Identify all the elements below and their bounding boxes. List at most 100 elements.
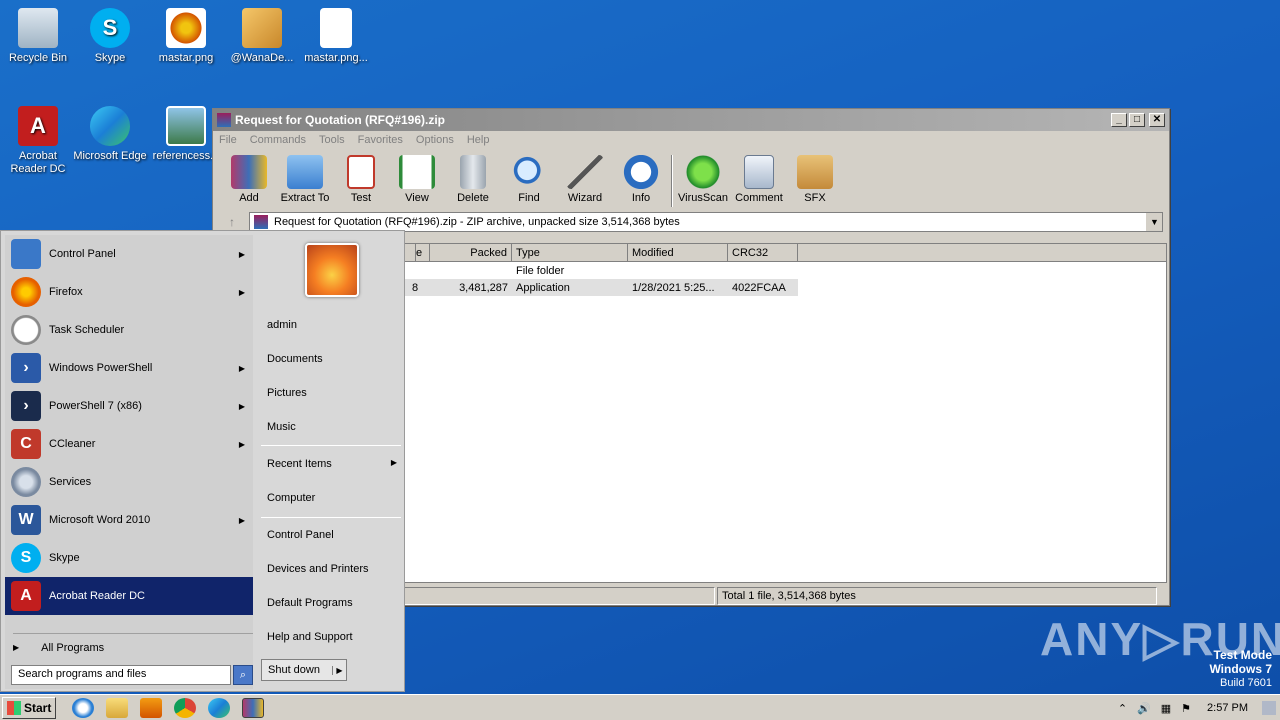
start-link-default-programs[interactable]: Default Programs [267, 597, 353, 609]
trash-icon [460, 155, 486, 189]
virus-icon [685, 155, 721, 189]
start-item-powershell-7[interactable]: › PowerShell 7 (x86) ▶ [5, 387, 253, 425]
menu-options[interactable]: Options [416, 134, 454, 146]
menu-tools[interactable]: Tools [319, 134, 345, 146]
column-modified[interactable]: Modified [628, 244, 728, 262]
desktop-icon-edge[interactable]: Microsoft Edge [72, 106, 148, 163]
desktop-icon-recycle-bin[interactable]: Recycle Bin [0, 8, 76, 65]
media-player-icon[interactable] [140, 697, 162, 718]
start-item-skype[interactable]: S Skype [5, 539, 253, 577]
start-link-control-panel[interactable]: Control Panel [267, 529, 334, 541]
start-item-control-panel[interactable]: Control Panel ▶ [5, 235, 253, 273]
acrobat-icon: A [18, 106, 58, 146]
toolbar: Add Extract To Test View Delete Find Wiz… [213, 149, 1169, 211]
skype-icon: S [11, 543, 41, 573]
shutdown-button[interactable]: Shut down ▶ [261, 659, 347, 681]
magnifier-icon [511, 155, 547, 189]
start-link-recent-items[interactable]: Recent Items ▶ [267, 458, 397, 470]
maximize-button[interactable]: □ [1129, 113, 1145, 127]
desktop-icon-label: Recycle Bin [8, 52, 68, 64]
flag-icon[interactable]: ⚑ [1181, 702, 1191, 715]
chevron-down-icon[interactable]: ▼ [1146, 213, 1162, 231]
start-item-acrobat[interactable]: A Acrobat Reader DC [5, 577, 253, 615]
all-programs[interactable]: ▶ All Programs [13, 633, 253, 657]
network-icon[interactable]: ▦ [1161, 702, 1171, 715]
blank-file-icon [320, 8, 352, 48]
start-button[interactable]: Start [2, 696, 56, 719]
start-link-documents[interactable]: Documents [267, 353, 323, 365]
winrar-taskbar-icon[interactable] [242, 697, 264, 718]
delete-button[interactable]: Delete [445, 155, 501, 204]
ie-icon[interactable] [72, 697, 94, 718]
start-link-music[interactable]: Music [267, 421, 296, 433]
desktop-icon-acrobat[interactable]: A Acrobat Reader DC [0, 106, 76, 176]
chevron-up-icon[interactable]: ⌃ [1118, 702, 1127, 715]
start-link-devices-printers[interactable]: Devices and Printers [267, 563, 369, 575]
volume-icon[interactable]: 🔊 [1137, 702, 1151, 715]
start-link-computer[interactable]: Computer [267, 492, 315, 504]
close-button[interactable]: ✕ [1149, 113, 1165, 127]
menu-help[interactable]: Help [467, 134, 490, 146]
desktop-icon-label: Skype [94, 52, 126, 64]
taskbar: Start ⌃ 🔊 ▦ ⚑ 2:57 PM [0, 694, 1280, 720]
user-avatar[interactable] [305, 243, 359, 297]
start-item-ccleaner[interactable]: C CCleaner ▶ [5, 425, 253, 463]
toolbar-separator [671, 155, 673, 207]
image-file-icon [166, 8, 206, 48]
image-file-icon [166, 106, 206, 146]
column-type[interactable]: Type [512, 244, 628, 262]
clock-icon [11, 315, 41, 345]
start-item-word-2010[interactable]: W Microsoft Word 2010 ▶ [5, 501, 253, 539]
chevron-right-icon: ▶ [238, 515, 245, 525]
add-button[interactable]: Add [221, 155, 277, 204]
chevron-right-icon: ▶ [390, 458, 397, 467]
clock-time[interactable]: 2:57 PM [1207, 702, 1248, 714]
info-button[interactable]: Info [613, 155, 669, 204]
search-input[interactable]: Search programs and files [11, 665, 231, 685]
sfx-button[interactable]: SFX [787, 155, 843, 204]
wand-icon [567, 155, 603, 189]
desktop-icon-mastar-png-2[interactable]: mastar.png... [298, 8, 374, 65]
desktop-icon-skype[interactable]: S Skype [72, 8, 148, 65]
menu-commands[interactable]: Commands [250, 134, 306, 146]
start-item-firefox[interactable]: Firefox ▶ [5, 273, 253, 311]
checklist-icon [347, 155, 375, 189]
find-button[interactable]: Find [501, 155, 557, 204]
wizard-button[interactable]: Wizard [557, 155, 613, 204]
explorer-icon[interactable] [106, 697, 128, 718]
column-crc32[interactable]: CRC32 [728, 244, 798, 262]
chevron-right-icon[interactable]: ▶ [332, 665, 346, 675]
column-packed[interactable]: Packed [430, 244, 512, 262]
start-link-help-support[interactable]: Help and Support [267, 631, 353, 643]
start-link-admin[interactable]: admin [267, 319, 297, 331]
chrome-icon[interactable] [174, 697, 196, 718]
desktop-icon-label: Acrobat Reader DC [10, 150, 66, 175]
word-icon: W [11, 505, 41, 535]
windows-flag-icon [7, 700, 21, 715]
show-desktop-icon[interactable] [1262, 701, 1276, 715]
view-button[interactable]: View [389, 155, 445, 204]
extract-to-button[interactable]: Extract To [277, 155, 333, 204]
title-bar[interactable]: Request for Quotation (RFQ#196).zip _ □ … [213, 109, 1169, 131]
minimize-button[interactable]: _ [1111, 113, 1127, 127]
path-combo[interactable]: Request for Quotation (RFQ#196).zip - ZI… [249, 212, 1163, 232]
menu-file[interactable]: File [219, 134, 237, 146]
desktop-icon-mastar-png[interactable]: mastar.png [148, 8, 224, 65]
virusscan-button[interactable]: VirusScan [675, 155, 731, 204]
search-icon[interactable]: ⌕ [233, 665, 253, 685]
window-title: Request for Quotation (RFQ#196).zip [235, 113, 446, 127]
start-item-task-scheduler[interactable]: Task Scheduler [5, 311, 253, 349]
desktop-icon-label: mastar.png... [304, 52, 368, 64]
menu-favorites[interactable]: Favorites [358, 134, 403, 146]
start-link-pictures[interactable]: Pictures [267, 387, 307, 399]
comment-button[interactable]: Comment [731, 155, 787, 204]
start-item-services[interactable]: Services [5, 463, 253, 501]
start-item-windows-powershell[interactable]: › Windows PowerShell ▶ [5, 349, 253, 387]
info-icon [623, 155, 659, 189]
column-size[interactable]: e [416, 244, 430, 262]
desktop-icon-wanade[interactable]: @WanaDe... [224, 8, 300, 65]
edge-icon[interactable] [208, 697, 230, 718]
test-button[interactable]: Test [333, 155, 389, 204]
gear-icon [11, 467, 41, 497]
up-arrow-icon[interactable]: ↑ [229, 215, 249, 229]
